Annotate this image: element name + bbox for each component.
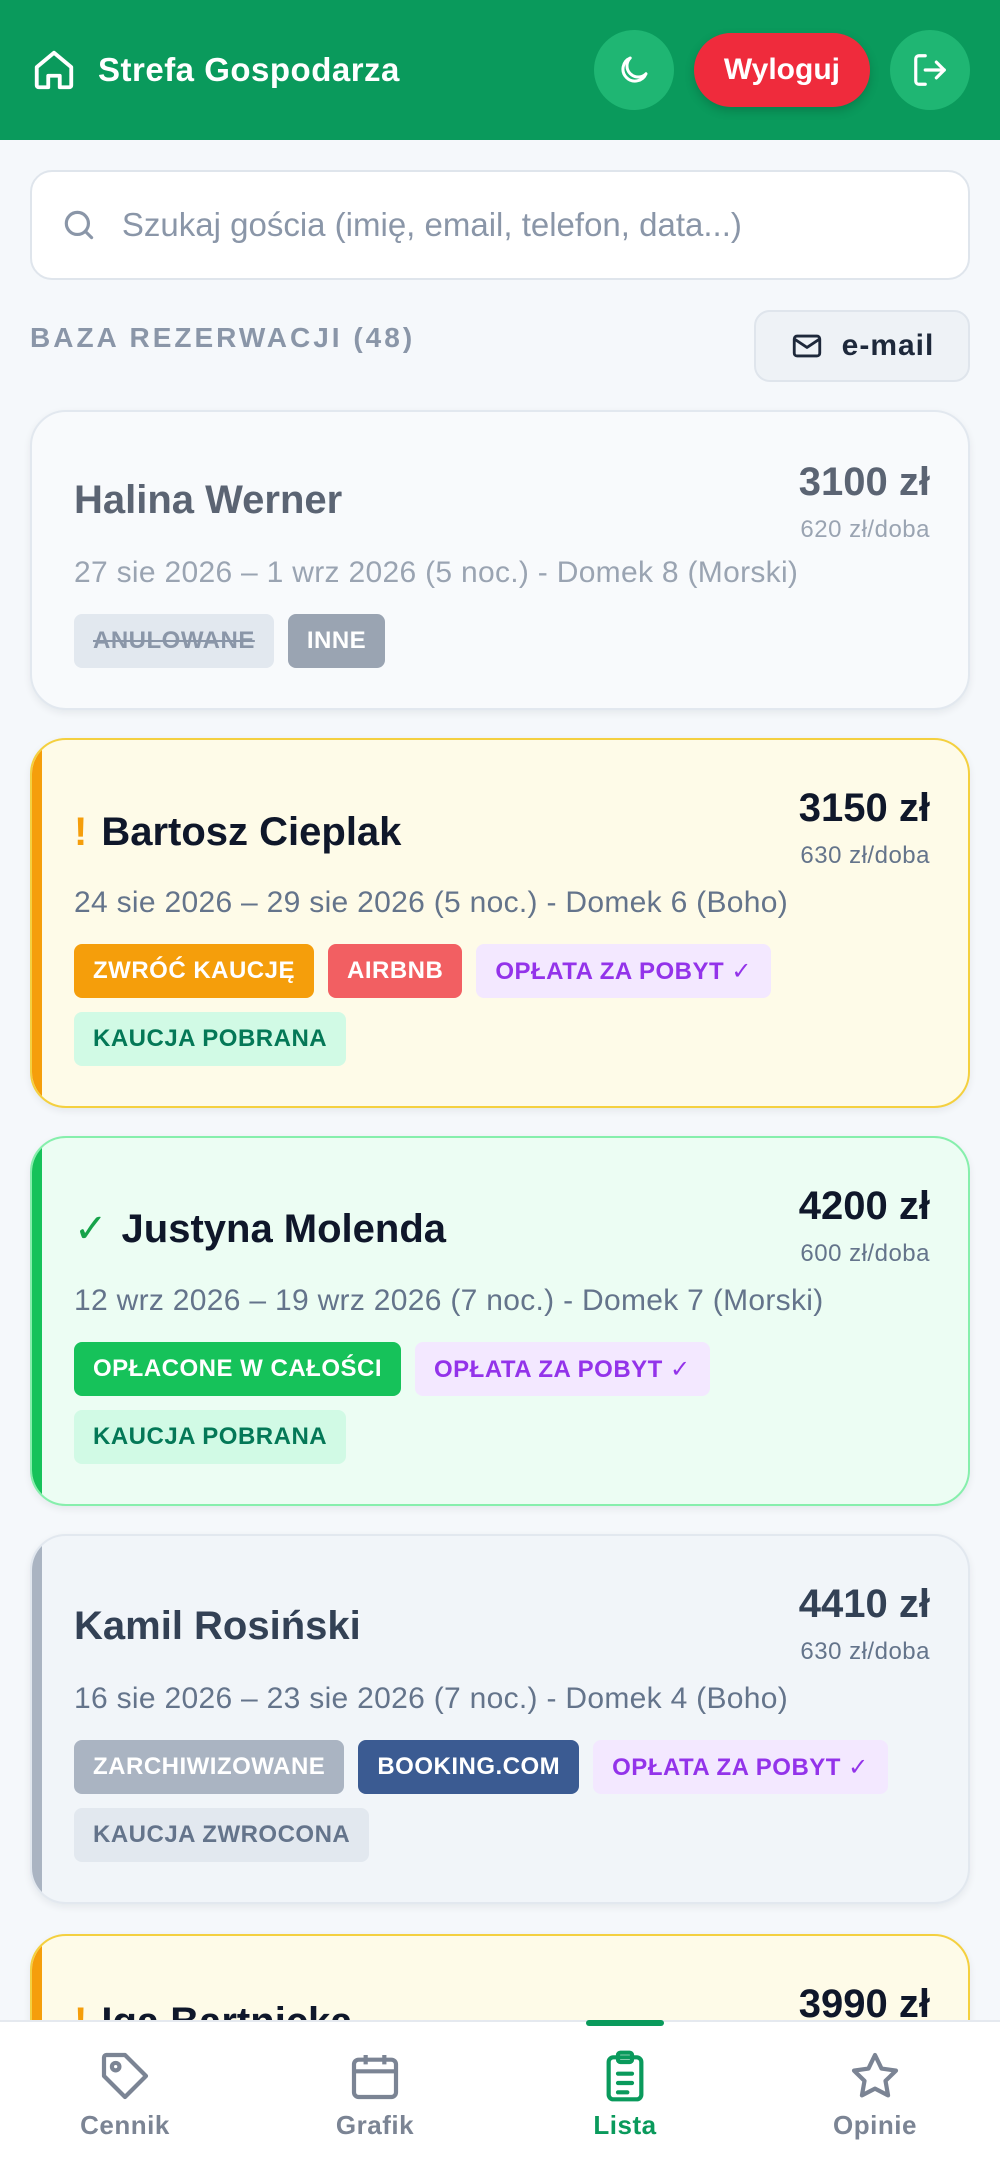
price: 4410 zł [798,1582,930,1626]
price: 3150 zł [798,786,930,830]
fee-badge: OPŁATA ZA POBYT ✓ [593,1740,888,1794]
stay-dates: 16 sie 2026 – 23 sie 2026 (7 noc.) - Dom… [74,1682,789,1715]
stay-dates: 27 sie 2026 – 1 wrz 2026 (5 noc.) - Dome… [74,556,799,589]
nav-lista[interactable]: Lista [500,2020,750,2164]
source-badge: AIRBNB [328,944,463,998]
reservation-card[interactable]: ✓ Justyna Molenda 4200 zł 600 zł/doba 12… [30,1136,970,1506]
action-badge: ZWRÓĆ KAUCJĘ [74,944,314,998]
dark-mode-button[interactable] [593,30,674,110]
reservation-card[interactable]: Halina Werner 3100 zł 620 zł/doba 27 sie… [30,410,970,710]
email-button[interactable]: e-mail [754,310,970,382]
mail-icon [792,334,821,358]
email-button-label: e-mail [841,329,935,362]
app-header: Strefa Gospodarza Wyloguj [0,0,1000,140]
deposit-badge: KAUCJA POBRANA [74,1012,347,1066]
reservation-card[interactable]: ! Bartosz Cieplak 3150 zł 630 zł/doba 24… [30,738,970,1108]
star-icon [851,2052,899,2098]
app-title: Strefa Gospodarza [98,51,400,88]
search-icon [64,210,94,240]
source-badge: BOOKING.COM [358,1740,580,1794]
price-per-day: 630 zł/doba [800,842,930,869]
reservation-card[interactable]: Kamil Rosiński 4410 zł 630 zł/doba 16 si… [30,1534,970,1904]
price-per-day: 600 zł/doba [800,1240,930,1267]
exit-button[interactable] [890,30,970,110]
check-icon: ✓ [74,1207,108,1251]
nav-label: Opinie [833,2110,917,2140]
guest-name: Halina Werner [74,478,343,522]
price: 3100 zł [798,460,930,504]
home-icon[interactable] [30,46,78,94]
nav-grafik[interactable]: Grafik [250,2022,500,2164]
calendar-icon [351,2055,399,2100]
tag-icon [101,2052,149,2100]
nav-label: Grafik [335,2110,415,2140]
stay-dates: 24 sie 2026 – 29 sie 2026 (5 noc.) - Dom… [74,886,789,919]
fee-badge: OPŁATA ZA POBYT ✓ [415,1342,710,1396]
section-title: BAZA REZERWACJI (48) [30,322,416,353]
status-badge: ZARCHIWIZOWANE [74,1740,345,1794]
fee-badge: OPŁATA ZA POBYT ✓ [476,944,771,998]
bottom-navigation: Cennik Grafik Lista Opinie [0,2020,1000,2164]
guest-name: ! Bartosz Cieplak [74,810,402,854]
nav-cennik[interactable]: Cennik [0,2022,250,2164]
moon-icon [621,56,648,83]
logout-button[interactable]: Wyloguj [693,33,870,107]
nav-opinie[interactable]: Opinie [750,2022,1000,2164]
status-badge: ANULOWANE [74,614,274,668]
nav-label: Cennik [80,2110,170,2140]
stay-dates: 12 wrz 2026 – 19 wrz 2026 (7 noc.) - Dom… [74,1284,824,1317]
clipboard-icon [606,2050,644,2102]
price: 4200 zł [798,1184,930,1228]
nav-label: Lista [593,2110,657,2140]
source-badge: INNE [287,614,386,668]
search-box [30,170,970,280]
search-input[interactable] [121,206,940,244]
price-per-day: 630 zł/doba [800,1638,930,1665]
guest-name: Kamil Rosiński [74,1604,361,1648]
deposit-badge: KAUCJA ZWROCONA [74,1808,370,1862]
guest-name: ✓ Justyna Molenda [74,1206,447,1252]
deposit-badge: KAUCJA POBRANA [74,1410,347,1464]
price-per-day: 620 zł/doba [800,516,930,543]
attention-icon: ! [74,810,88,854]
logout-icon [914,54,946,86]
payment-badge: OPŁACONE W CAŁOŚCI [74,1342,401,1396]
